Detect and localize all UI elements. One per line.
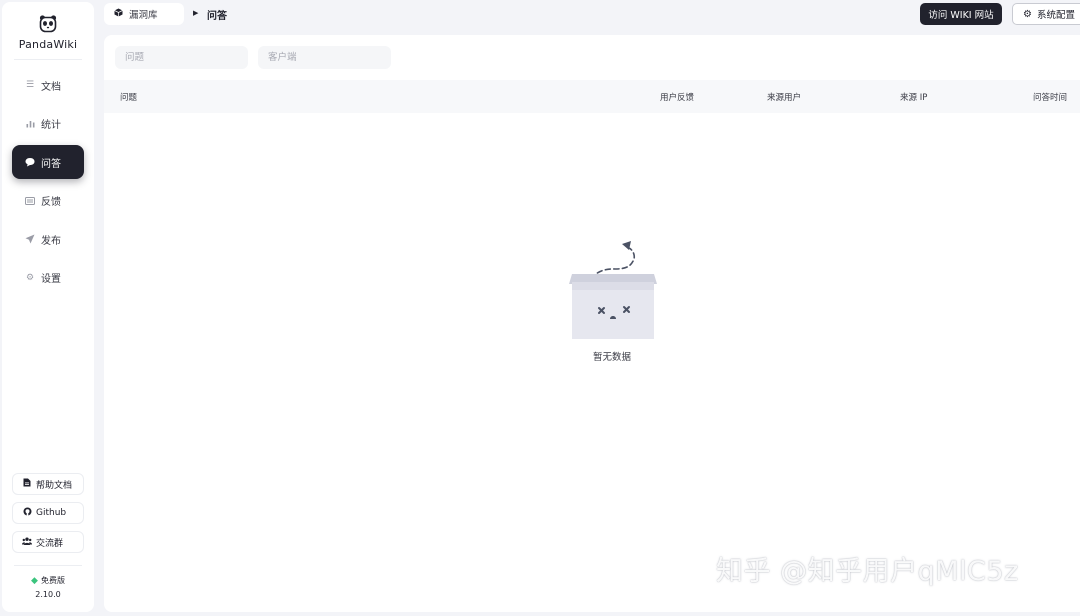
send-icon — [23, 234, 37, 244]
empty-state: 暂无数据 — [567, 238, 657, 363]
chevron-right-icon: ▶ — [193, 9, 199, 17]
cube-icon — [114, 8, 123, 20]
column-header-source-ip: 来源 IP — [900, 93, 928, 103]
column-header-feedback: 用户反馈 — [660, 93, 695, 103]
sidebar-item-publish[interactable]: 发布 — [12, 222, 84, 256]
gear-icon: ⚙ — [25, 272, 35, 283]
layers-icon: ☰ — [25, 80, 35, 90]
sidebar-item-docs[interactable]: ☰ 文档 — [12, 68, 84, 102]
panda-icon — [39, 15, 57, 33]
github-label: Github — [36, 508, 67, 518]
bar-chart-icon — [23, 119, 37, 128]
column-header-time: 问答时间 — [1033, 93, 1068, 103]
diamond-icon: ◆ — [31, 575, 38, 586]
sidebar-item-label: 问答 — [41, 158, 61, 170]
sidebar-item-qa[interactable]: 问答 — [12, 145, 84, 179]
chat-bubble-icon — [23, 157, 37, 167]
sidebar-nav: ☰ 文档 统计 问答 反馈 发布 ⚙ 设置 — [12, 68, 84, 299]
divider — [14, 565, 82, 566]
sidebar: PandaWiki ☰ 文档 统计 问答 反馈 发布 ⚙ 设置 帮助文档 Git… — [2, 2, 94, 612]
visit-wiki-button[interactable]: 访问 WIKI 网站 — [920, 3, 1002, 25]
sidebar-item-label: 统计 — [41, 120, 61, 131]
empty-state-text: 暂无数据 — [592, 352, 631, 363]
client-filter-input[interactable] — [258, 46, 391, 69]
divider — [14, 59, 82, 60]
github-icon — [22, 507, 32, 519]
column-header-question: 问题 — [120, 93, 138, 103]
question-filter-input[interactable] — [115, 46, 248, 69]
version-info: ◆ 免费版 2.10.0 — [2, 575, 94, 600]
sidebar-item-settings[interactable]: ⚙ 设置 — [12, 261, 84, 295]
edition-badge: 免费版 — [40, 576, 65, 585]
sidebar-item-label: 文档 — [41, 81, 61, 93]
breadcrumb-current: 问答 — [207, 11, 227, 22]
keyboard-icon — [23, 196, 37, 205]
sidebar-item-label: 设置 — [41, 274, 61, 285]
table-header: 问题 用户反馈 来源用户 来源 IP 问答时间 — [104, 80, 1080, 113]
community-group-label: 交流群 — [36, 538, 64, 549]
sidebar-item-feedback[interactable]: 反馈 — [12, 184, 84, 218]
brand-name: PandaWiki — [18, 38, 78, 51]
sidebar-item-stats[interactable]: 统计 — [12, 107, 84, 141]
empty-box-icon — [569, 241, 657, 339]
breadcrumb-root[interactable]: 漏洞库 — [104, 3, 184, 25]
system-settings-label: 系统配置 — [1036, 10, 1075, 21]
file-icon — [22, 478, 32, 490]
gear-icon: ⚙ — [1023, 8, 1032, 20]
brand-logo[interactable]: PandaWiki — [2, 14, 94, 51]
sidebar-links: 帮助文档 Github 交流群 — [12, 473, 84, 560]
help-docs-link[interactable]: 帮助文档 — [12, 473, 84, 495]
main-panel: 问题 用户反馈 来源用户 来源 IP 问答时间 暂无数据 — [104, 35, 1080, 612]
system-settings-button[interactable]: ⚙ 系统配置 — [1012, 3, 1080, 25]
community-group-link[interactable]: 交流群 — [12, 531, 84, 553]
github-link[interactable]: Github — [12, 502, 84, 524]
group-icon — [22, 537, 32, 548]
sidebar-item-label: 发布 — [41, 235, 61, 247]
sidebar-item-label: 反馈 — [41, 197, 61, 208]
column-header-source-user: 来源用户 — [767, 93, 802, 103]
version-number: 2.10.0 — [35, 590, 61, 599]
help-docs-label: 帮助文档 — [36, 480, 73, 491]
breadcrumb-root-label: 漏洞库 — [129, 10, 158, 21]
